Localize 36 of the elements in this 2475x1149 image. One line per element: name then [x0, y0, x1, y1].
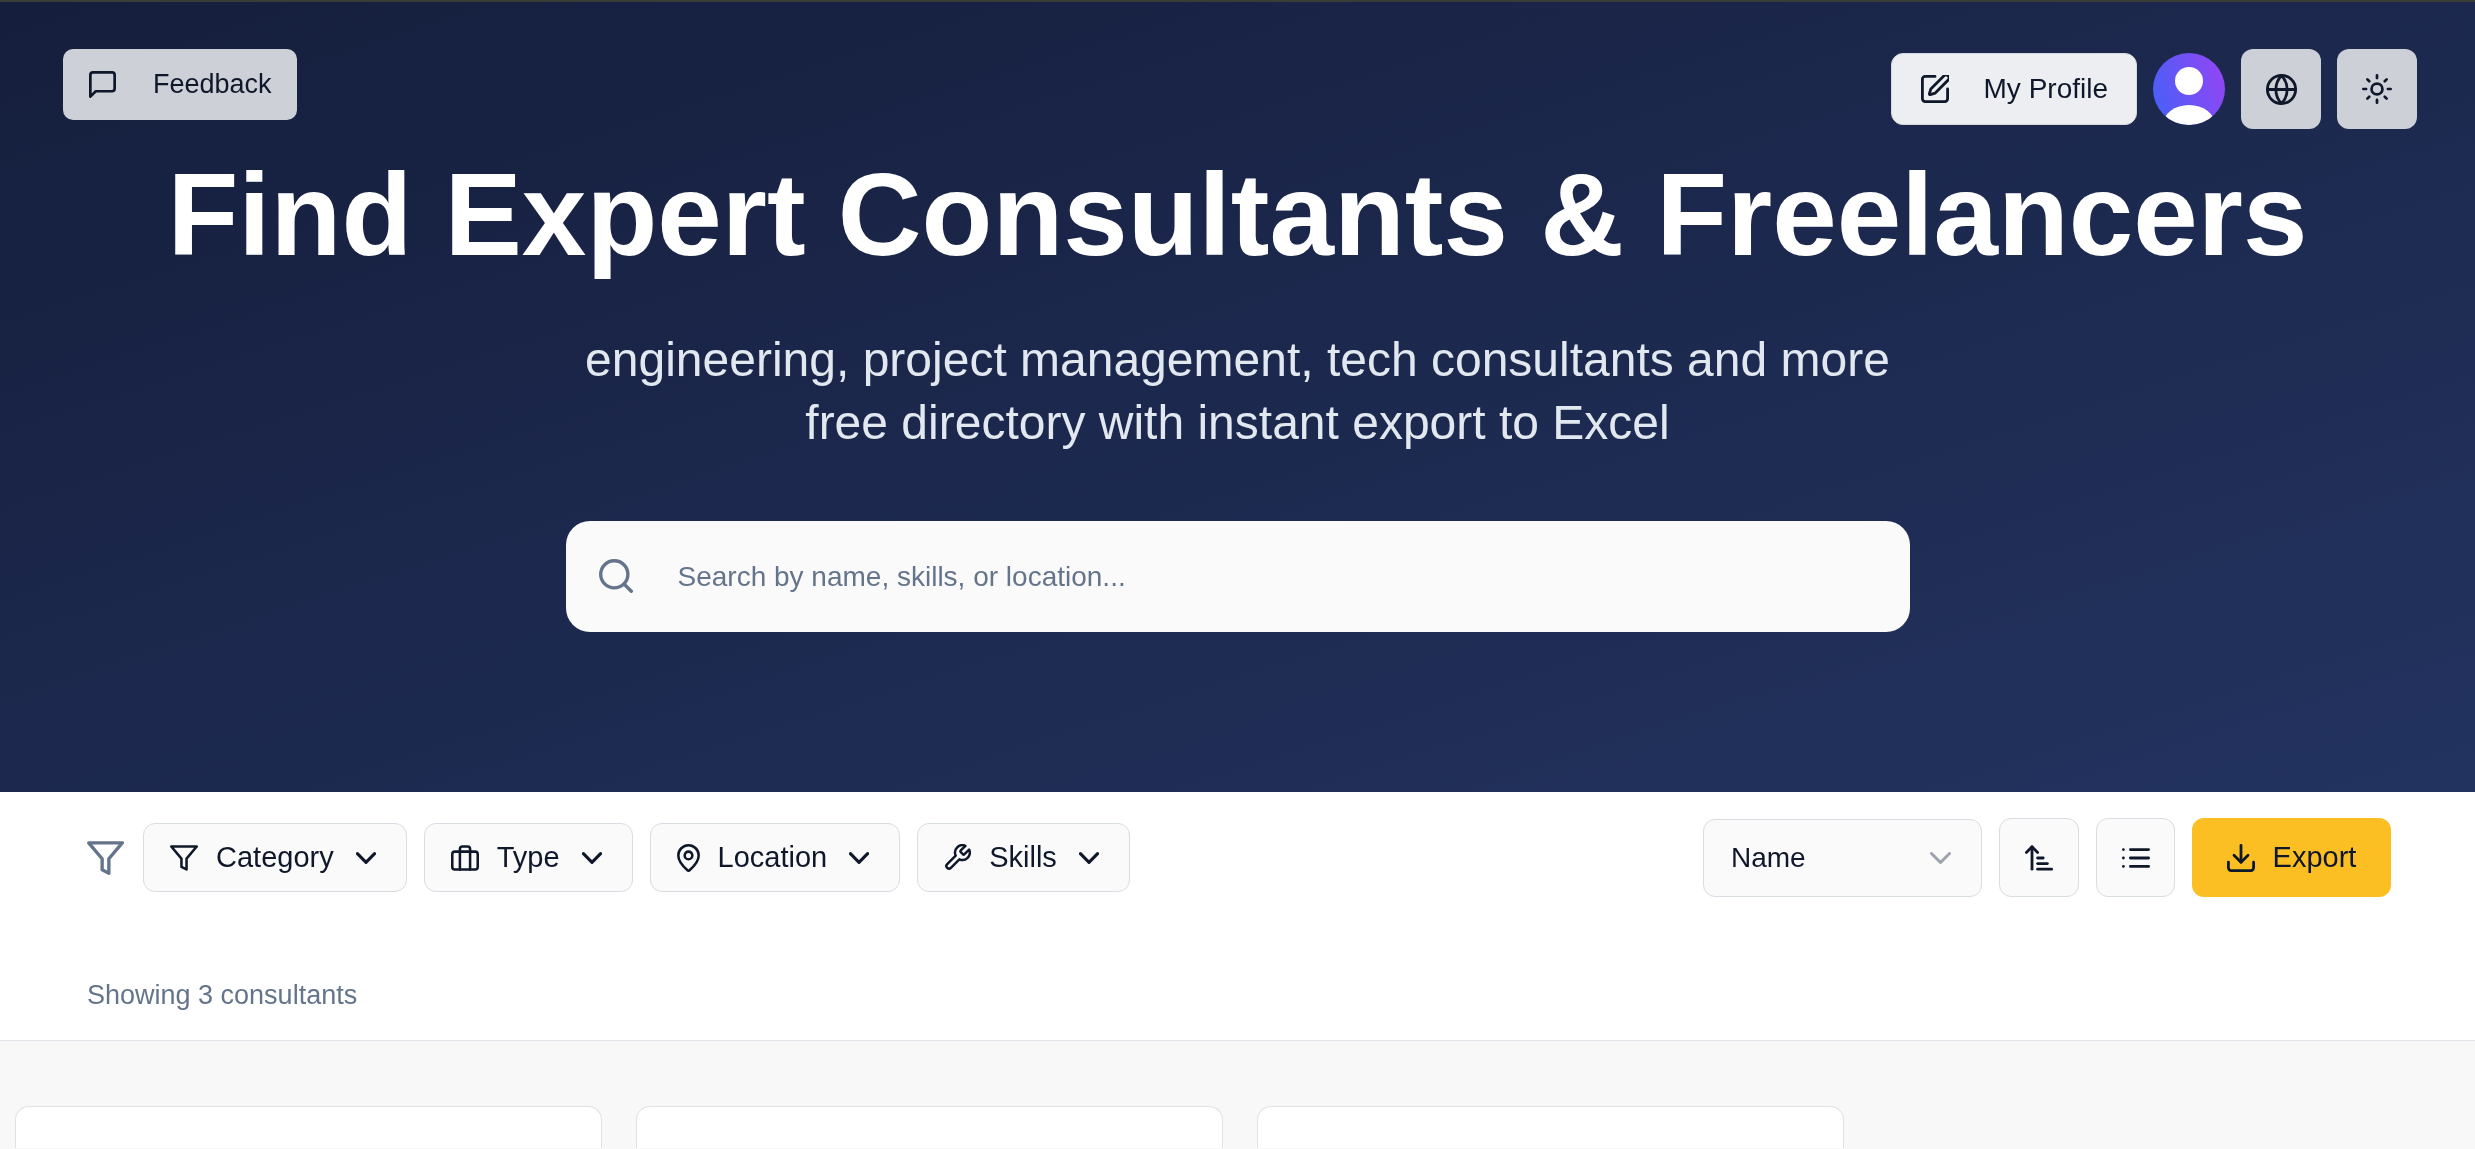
filter-dropdown[interactable]: Type: [423, 823, 633, 892]
page-title: Find Expert Consultants & Freelancers: [167, 149, 2308, 282]
page-subtitle: free directory with instant export to Excel: [805, 395, 1670, 451]
sun-icon: [2362, 74, 2392, 104]
sort-order-button[interactable]: [1999, 818, 2079, 897]
edit-icon: [1920, 75, 1949, 103]
chevron-down-icon: [849, 851, 870, 864]
search-icon: [598, 559, 633, 593]
filter-dropdown[interactable]: Location: [649, 823, 901, 892]
filter-dropdown[interactable]: Skills: [917, 823, 1130, 892]
sort-ascending-icon: [2025, 844, 2053, 871]
map-pin-icon: [676, 843, 700, 872]
chevron-down-icon: [581, 851, 602, 864]
filter-dropdown[interactable]: Category: [143, 823, 407, 892]
download-icon: [2226, 843, 2255, 872]
sort-select[interactable]: Name: [1703, 818, 1982, 897]
speech-bubble-icon: [89, 71, 116, 98]
list-icon: [2121, 847, 2150, 868]
briefcase-icon: [450, 844, 479, 871]
export-button[interactable]: Export: [2192, 818, 2391, 897]
language-button[interactable]: [2241, 49, 2321, 129]
theme-toggle-button[interactable]: [2337, 49, 2417, 129]
filter-icon: [87, 840, 124, 875]
list-view-button[interactable]: [2096, 818, 2175, 897]
chevron-down-icon: [355, 851, 376, 864]
wrench-icon: [944, 844, 972, 871]
chevron-down-icon: [1078, 851, 1099, 864]
avatar-icon[interactable]: [2153, 53, 2225, 125]
globe-icon: [2265, 73, 2297, 105]
feedback-button[interactable]: Feedback: [63, 49, 297, 120]
results-summary: Showing 3 consultants: [87, 979, 358, 1012]
my-profile-button[interactable]: My Profile: [1890, 53, 2137, 125]
chevron-down-icon: [1930, 851, 1951, 864]
filter-icon: [170, 844, 198, 871]
search-field[interactable]: Search by name, skills, or location...: [565, 521, 1910, 632]
page-subtitle: engineering, project management, tech consultants and more: [585, 332, 1890, 388]
